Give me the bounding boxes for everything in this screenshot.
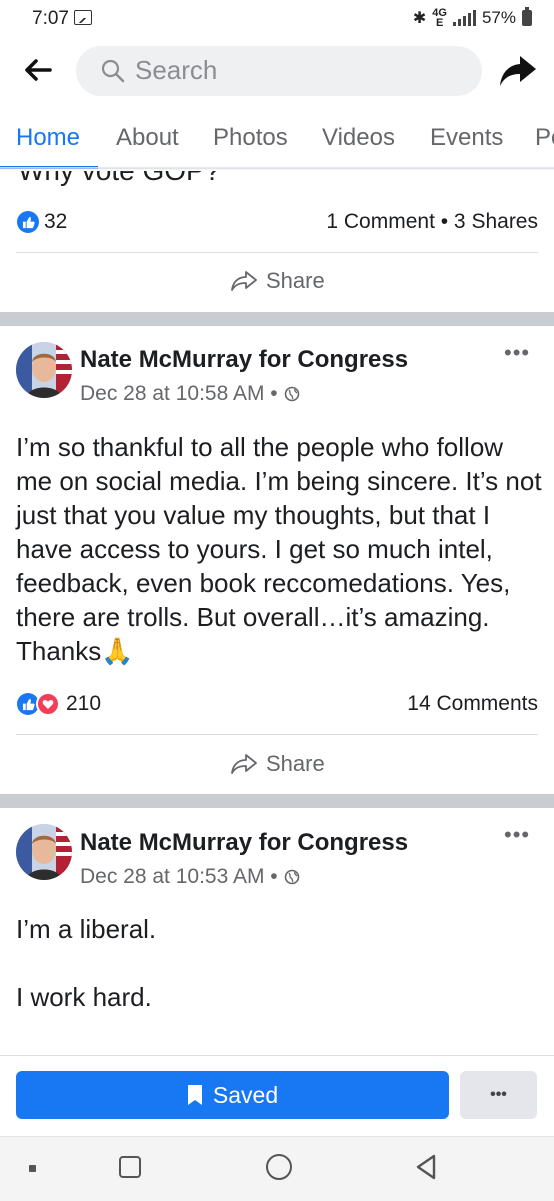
avatar[interactable]	[16, 824, 72, 880]
globe-icon	[284, 386, 299, 402]
tab-about[interactable]: About	[116, 124, 179, 152]
globe-icon	[284, 869, 299, 885]
bluetooth-icon: ✱	[412, 10, 427, 27]
battery-percent: 57%	[481, 8, 516, 27]
share-icon	[231, 271, 257, 291]
post1-share-button[interactable]: Share	[230, 268, 325, 294]
status-right: ✱ 4G E 57%	[412, 7, 532, 29]
tab-events[interactable]: Events	[430, 124, 503, 152]
tab-home[interactable]: Home	[16, 124, 80, 152]
post2-more-icon[interactable]: •••	[504, 340, 530, 366]
network-indicator: 4G E	[432, 8, 447, 29]
avatar[interactable]	[16, 342, 72, 398]
share-label: Share	[266, 268, 325, 293]
search-icon	[101, 59, 125, 83]
post2-body: I’m so thankful to all the people who fo…	[16, 432, 542, 666]
tab-shadow	[0, 167, 554, 171]
search-placeholder[interactable]: Search	[135, 55, 217, 86]
post2-reaction-icons	[17, 692, 61, 716]
post-separator	[0, 312, 554, 326]
timestamp-text: Dec 28 at 10:53 AM •	[80, 865, 278, 888]
back-arrow-icon[interactable]	[22, 54, 54, 86]
post2-comments[interactable]: 14 Comments	[407, 692, 538, 716]
status-bar: 7:07 ✱ 4G E 57%	[0, 0, 554, 36]
post1-text: Why vote GOP?	[18, 171, 220, 187]
tab-photos[interactable]: Photos	[213, 124, 288, 152]
share-label: Share	[266, 751, 325, 776]
post2-timestamp[interactable]: Dec 28 at 10:58 AM •	[80, 382, 300, 406]
share-page-icon[interactable]	[498, 52, 538, 90]
battery-icon	[522, 7, 532, 26]
image-notification-icon	[74, 10, 92, 25]
divider	[16, 252, 538, 253]
network-sub: E	[435, 17, 444, 29]
post1-partial-text: Why vote GOP?	[0, 171, 554, 189]
post3-more-icon[interactable]: •••	[504, 822, 530, 848]
nav-dot-icon	[29, 1165, 36, 1172]
bookmark-icon	[187, 1085, 202, 1105]
recent-apps-icon[interactable]	[119, 1156, 141, 1178]
post1-comments-shares[interactable]: 1 Comment • 3 Shares	[326, 210, 538, 234]
share-icon	[231, 754, 257, 774]
back-icon[interactable]	[412, 1153, 440, 1181]
saved-label: Saved	[212, 1081, 279, 1108]
tab-posts[interactable]: Po	[535, 124, 554, 152]
system-nav-bar	[0, 1136, 554, 1201]
post3-timestamp[interactable]: Dec 28 at 10:53 AM •	[80, 865, 300, 889]
post3-body-line2: I work hard.	[16, 982, 152, 1012]
saved-button[interactable]: Saved	[16, 1071, 449, 1119]
post3-author[interactable]: Nate McMurray for Congress	[80, 829, 408, 857]
status-time: 7:07	[32, 8, 69, 29]
signal-icon	[452, 10, 476, 26]
love-reaction-icon	[36, 692, 60, 716]
divider	[16, 734, 538, 735]
post-separator	[0, 794, 554, 808]
post2-reaction-count[interactable]: 210	[66, 692, 101, 716]
post3-body-line1: I’m a liberal.	[16, 914, 157, 944]
more-options-button[interactable]: •••	[460, 1071, 537, 1119]
post2-share-button[interactable]: Share	[230, 751, 325, 777]
timestamp-text: Dec 28 at 10:58 AM •	[80, 382, 278, 405]
home-icon[interactable]	[266, 1154, 292, 1180]
like-reaction-icon	[17, 211, 39, 233]
post2-author[interactable]: Nate McMurray for Congress	[80, 346, 408, 374]
tab-videos[interactable]: Videos	[322, 124, 395, 152]
post1-reaction-count[interactable]: 32	[44, 210, 67, 234]
